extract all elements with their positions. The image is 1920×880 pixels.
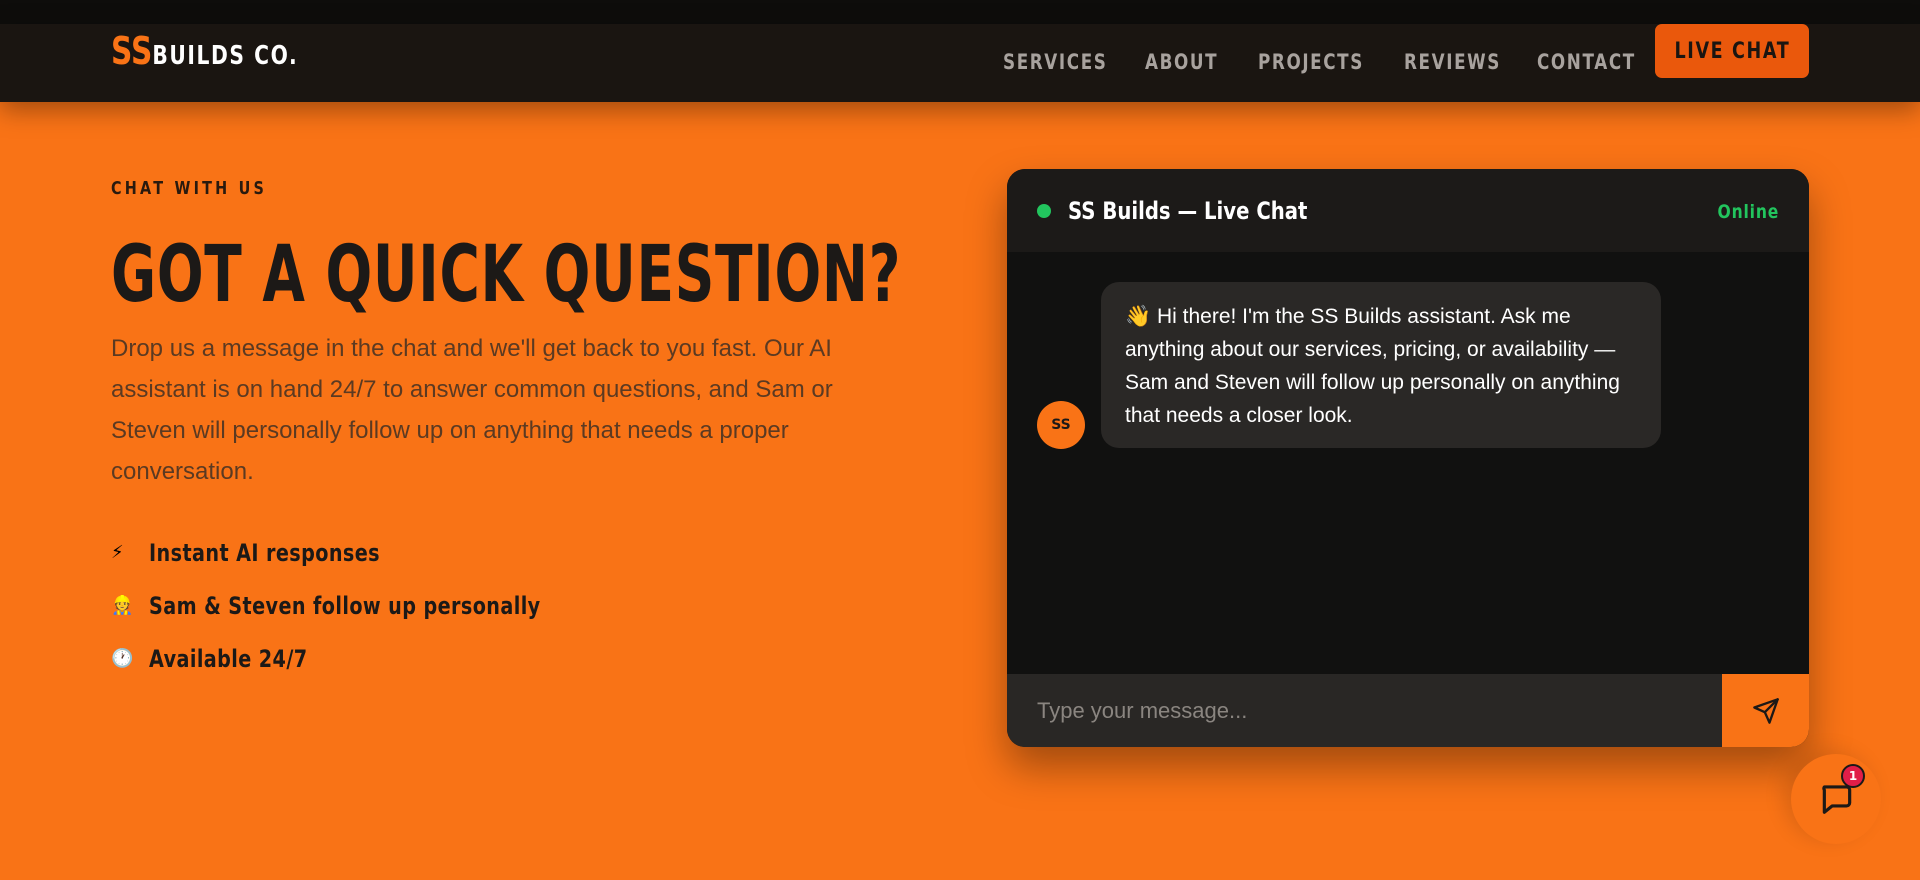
feature-text: Sam & Steven follow up personally xyxy=(149,591,541,620)
lightning-icon: ⚡ xyxy=(111,542,124,563)
page-title: GOT A QUICK QUESTION? xyxy=(111,230,902,320)
feature-item: ⚡ Instant AI responses xyxy=(111,526,639,579)
chat-title: SS Builds — Live Chat xyxy=(1068,197,1308,225)
live-chat-button[interactable]: LIVE CHAT xyxy=(1655,24,1809,78)
feature-item: 👷 Sam & Steven follow up personally xyxy=(111,579,639,632)
lead-paragraph: Drop us a message in the chat and we'll … xyxy=(111,335,833,485)
nav-contact[interactable]: CONTACT xyxy=(1537,52,1636,73)
feature-text: Instant AI responses xyxy=(149,538,380,567)
section-eyebrow: CHAT WITH US xyxy=(111,178,268,199)
main-nav: SERVICES ABOUT PROJECTS REVIEWS CONTACT xyxy=(0,24,1920,102)
live-chat-label: LIVE CHAT xyxy=(1674,38,1790,64)
online-indicator xyxy=(1037,204,1051,218)
nav-reviews[interactable]: REVIEWS xyxy=(1404,52,1501,73)
nav-services[interactable]: SERVICES xyxy=(1003,52,1107,73)
worker-icon: 👷 xyxy=(111,595,134,616)
send-icon xyxy=(1752,697,1779,724)
send-button[interactable] xyxy=(1722,674,1809,747)
chat-header: SS Builds — Live Chat Online xyxy=(1007,169,1809,252)
chat-launcher-button[interactable]: 1 xyxy=(1791,754,1881,844)
nav-projects[interactable]: PROJECTS xyxy=(1258,52,1364,73)
notification-badge: 1 xyxy=(1841,764,1865,788)
feature-text: Available 24/7 xyxy=(149,644,308,673)
site-header: SSBUILDS CO. SERVICES ABOUT PROJECTS REV… xyxy=(0,24,1920,102)
top-strip xyxy=(0,0,1920,24)
assistant-message: 👋 Hi there! I'm the SS Builds assistant.… xyxy=(1101,282,1661,448)
feature-list: ⚡ Instant AI responses 👷 Sam & Steven fo… xyxy=(111,526,639,685)
chat-message-input[interactable] xyxy=(1007,674,1721,747)
chat-input-row xyxy=(1007,674,1809,747)
feature-item: 🕐 Available 24/7 xyxy=(111,632,639,685)
nav-about[interactable]: ABOUT xyxy=(1145,52,1218,73)
avatar: SS xyxy=(1037,401,1085,449)
chat-status: Online xyxy=(1717,201,1779,223)
clock-icon: 🕐 xyxy=(111,648,134,669)
chat-widget: SS Builds — Live Chat Online SS 👋 Hi the… xyxy=(1007,169,1809,747)
